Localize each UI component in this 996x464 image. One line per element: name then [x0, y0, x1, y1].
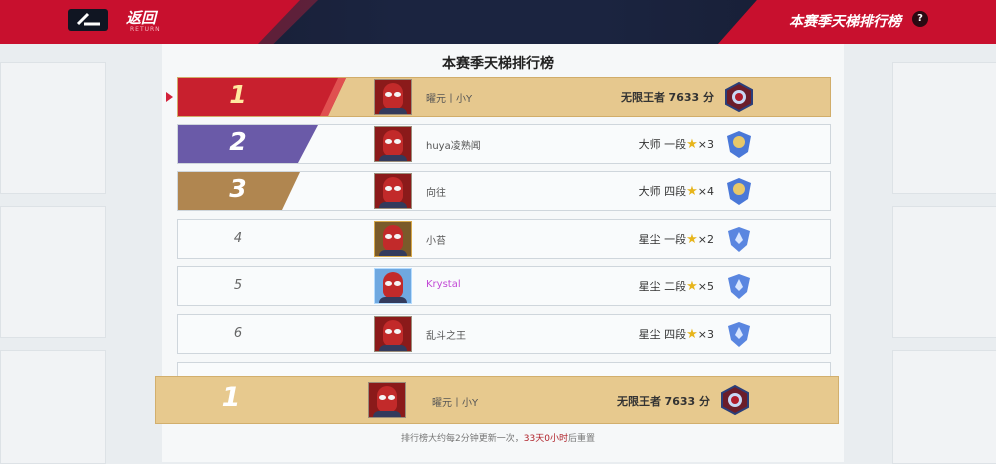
rank-number: 5 — [233, 278, 243, 293]
tier-name: 大师 四段 — [638, 185, 687, 198]
leaderboard-row-4[interactable]: 4 小苔 星尘 一段★×2 — [177, 219, 831, 259]
tier-name: 星尘 四段 — [638, 328, 687, 341]
player-name: huya凌熟闻 — [426, 141, 481, 152]
leaderboard-row-2[interactable]: 2 huya凌熟闻 大师 一段★×3 — [177, 124, 831, 164]
right-panel-mid — [892, 206, 996, 338]
right-panel-top — [892, 62, 996, 194]
reset-notice: 排行榜大约每2分钟更新一次，33天0小时后重置 — [0, 431, 996, 444]
leaderboard-row-6[interactable]: 6 乱斗之王 星尘 四段★×3 — [177, 314, 831, 354]
my-rank-number: 1 — [221, 382, 241, 413]
back-label[interactable]: 返回 — [126, 7, 156, 28]
rank-band-silver — [178, 125, 318, 163]
left-panel-top — [0, 62, 106, 194]
my-player-name: 曜元丨小Y — [432, 398, 479, 409]
tier-name: 大师 一段 — [638, 138, 687, 151]
tier-label: 星尘 四段★×3 — [639, 326, 714, 342]
rank-band-gold — [178, 78, 346, 116]
star-icon: ★ — [686, 184, 698, 199]
rank-band-bronze — [178, 172, 300, 210]
avatar — [374, 126, 412, 162]
help-icon[interactable]: ? — [912, 11, 928, 27]
king-rank-badge-icon — [725, 81, 753, 113]
leaderboard-row-1[interactable]: 1 曜元丨小Y 无限王者 7633 分 — [177, 77, 831, 117]
star-icon: ★ — [686, 279, 698, 294]
avatar — [374, 221, 412, 257]
tier-label: 星尘 二段★×5 — [639, 278, 714, 294]
left-panel-mid — [0, 206, 106, 338]
rank-number: 2 — [229, 127, 247, 156]
star-count: ×4 — [697, 185, 714, 198]
reset-notice-text: 排行榜大约每2分钟更新一次， — [401, 434, 524, 444]
right-panel-bottom — [892, 350, 996, 464]
master-rank-badge-icon — [727, 178, 751, 205]
star-count: ×3 — [697, 138, 714, 151]
tier-name: 星尘 一段 — [638, 233, 687, 246]
avatar — [374, 268, 412, 304]
back-arrow-icon[interactable] — [68, 9, 108, 31]
star-count: ×3 — [697, 328, 714, 341]
master-rank-badge-icon — [727, 131, 751, 158]
reset-countdown: 33天0小时 — [523, 434, 568, 444]
leaderboard-row-5[interactable]: 5 Krystal 星尘 二段★×5 — [177, 266, 831, 306]
my-tier-name: 无限王者 — [617, 395, 662, 408]
left-panel-bottom — [0, 350, 106, 464]
player-name: 向往 — [426, 188, 446, 199]
star-rank-badge-icon — [728, 322, 750, 347]
avatar — [374, 79, 412, 115]
star-count: ×2 — [697, 233, 714, 246]
player-name: 小苔 — [426, 236, 446, 247]
star-icon: ★ — [686, 232, 698, 247]
avatar — [374, 173, 412, 209]
star-count: ×5 — [697, 280, 714, 293]
my-score-value: 7633 分 — [664, 395, 710, 408]
star-rank-badge-icon — [728, 227, 750, 252]
star-icon: ★ — [686, 327, 698, 342]
page-title: 本赛季天梯排行榜 — [789, 14, 901, 30]
king-rank-badge-icon — [721, 384, 749, 416]
tier-label: 大师 一段★×3 — [639, 136, 714, 152]
my-tier-label: 无限王者 7633 分 — [617, 393, 710, 409]
leaderboard-row-3[interactable]: 3 向往 大师 四段★×4 — [177, 171, 831, 211]
tier-label: 星尘 一段★×2 — [639, 231, 714, 247]
star-rank-badge-icon — [728, 274, 750, 299]
my-rank-bar[interactable]: 1 曜元丨小Y 无限王者 7633 分 — [155, 376, 839, 424]
avatar — [374, 316, 412, 352]
board-title: 本赛季天梯排行榜 — [442, 56, 554, 72]
rank-number: 3 — [229, 174, 247, 203]
tier-name: 星尘 二段 — [638, 280, 687, 293]
rank-number: 4 — [233, 231, 243, 246]
tier-name: 无限王者 — [621, 91, 666, 104]
star-icon: ★ — [686, 137, 698, 152]
rank-number: 6 — [233, 326, 243, 341]
score-value: 7633 分 — [668, 91, 714, 104]
current-player-marker-icon — [166, 92, 173, 102]
player-name: 曜元丨小Y — [426, 94, 473, 105]
player-name: 乱斗之王 — [426, 331, 466, 342]
player-name: Krystal — [426, 279, 461, 290]
tier-label: 无限王者 7633 分 — [621, 89, 714, 105]
back-sub-label: RETURN — [130, 26, 161, 33]
tier-label: 大师 四段★×4 — [639, 183, 714, 199]
reset-notice-suffix: 后重置 — [567, 434, 595, 444]
my-avatar — [368, 382, 406, 418]
rank-number: 1 — [229, 80, 247, 109]
leaderboard-row-partial — [177, 362, 831, 376]
